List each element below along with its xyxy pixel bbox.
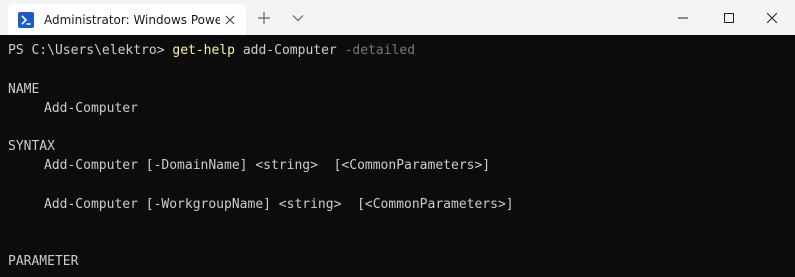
prompt-line: PS C:\Users\elektro> get-help add-Comput…: [8, 41, 415, 60]
syntax-line: Add-Computer [-WorkgroupName] <string> […: [44, 197, 514, 212]
plus-icon: [258, 12, 270, 24]
name-value: Add-Computer: [44, 101, 138, 116]
maximize-icon: [724, 12, 734, 23]
tab-close-icon[interactable]: [220, 10, 240, 30]
maximize-button[interactable]: [706, 0, 752, 35]
section-header-name: NAME: [8, 82, 40, 97]
chevron-down-icon: [292, 15, 304, 22]
command-flag: -detailed: [344, 43, 416, 58]
close-button[interactable]: [749, 0, 795, 35]
powershell-icon: [18, 12, 34, 28]
minimize-icon: [678, 17, 688, 18]
section-header-parameter: PARAMETER: [8, 254, 79, 269]
prompt: PS C:\Users\elektro>: [8, 43, 173, 58]
new-tab-button[interactable]: [253, 7, 275, 29]
tab-title: Administrator: Windows PowerShell: [44, 13, 220, 27]
title-bar: Administrator: Windows PowerShell: [0, 0, 795, 35]
syntax-line: Add-Computer [-DomainName] <string> [<Co…: [44, 158, 491, 173]
tab-powershell[interactable]: Administrator: Windows PowerShell: [8, 4, 246, 35]
command-argument: add-Computer: [235, 43, 345, 58]
close-icon: [767, 12, 777, 23]
new-tab-dropdown-button[interactable]: [287, 7, 309, 29]
command-name: get-help: [172, 43, 235, 58]
minimize-button[interactable]: [660, 0, 706, 35]
terminal-output[interactable]: PS C:\Users\elektro> get-help add-Comput…: [0, 35, 795, 277]
section-header-syntax: SYNTAX: [8, 139, 55, 154]
